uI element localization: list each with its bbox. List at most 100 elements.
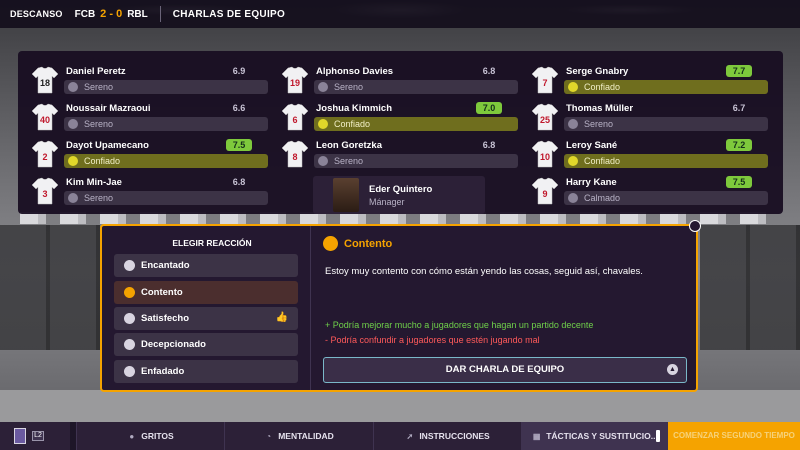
page-title: CHARLAS DE EQUIPO	[172, 8, 286, 20]
player-card[interactable]: 8 Leon Goretzka 6.8 Sereno	[268, 136, 518, 170]
dialog-divider	[310, 226, 311, 390]
player-mood: Sereno	[64, 80, 268, 94]
happy-face-icon	[124, 287, 135, 298]
player-card[interactable]: 25 Thomas Müller 6.7 Sereno	[518, 99, 768, 133]
player-rating: 6.8	[232, 177, 246, 187]
tab-mentalidad[interactable]: ◔ MENTALIDAD	[224, 422, 373, 450]
mood-face-icon	[318, 156, 328, 166]
top-bar: DESCANSO FCB 2 - 0 RBL CHARLAS DE EQUIPO	[0, 0, 800, 28]
player-name: Harry Kane	[566, 177, 617, 188]
start-second-half-button[interactable]: COMENZAR SEGUNDO TIEMPO	[668, 422, 800, 450]
reaction-decepcionado[interactable]: Decepcionado	[114, 333, 298, 356]
manager-photo	[333, 178, 359, 212]
controller-button-icon: ▲	[667, 364, 678, 375]
player-name: Serge Gnabry	[566, 66, 629, 77]
player-card[interactable]: 2 Dayot Upamecano 7.5 Confiado	[18, 136, 268, 170]
reaction-contento[interactable]: Contento	[114, 281, 298, 304]
player-card[interactable]: 10 Leroy Sané 7.2 Confiado	[518, 136, 768, 170]
away-team: RBL	[127, 8, 148, 20]
speech-bubble-icon: ●	[129, 432, 135, 441]
angry-face-icon	[124, 366, 135, 377]
positive-effect: + Podría mejorar mucho a jugadores que h…	[325, 320, 594, 330]
player-name: Thomas Müller	[566, 103, 634, 114]
player-card[interactable]: 9 Harry Kane 7.5 Calmado	[518, 173, 768, 207]
player-mood: Sereno	[314, 154, 518, 168]
selected-reaction-title: Contento	[344, 238, 393, 250]
mood-face-icon	[568, 193, 578, 203]
match-period: DESCANSO	[10, 9, 63, 19]
tab-label: MENTALIDAD	[278, 431, 334, 441]
mood-label: Sereno	[84, 193, 114, 203]
player-card[interactable]: 19 Alphonso Davies 6.8 Sereno	[268, 62, 518, 96]
reaction-label: Contento	[141, 287, 183, 298]
player-mood: Confiado	[314, 117, 518, 131]
mood-face-icon	[68, 193, 78, 203]
mood-face-icon	[568, 119, 578, 129]
mood-label: Sereno	[84, 119, 114, 129]
player-name: Noussair Mazraoui	[66, 103, 151, 114]
mentality-icon: ◔	[266, 432, 272, 441]
shirt-icon: 25	[531, 103, 559, 131]
home-team: FCB	[74, 8, 96, 20]
shirt-icon: 40	[31, 103, 59, 131]
mood-label: Confiado	[584, 82, 621, 92]
shirt-number: 19	[290, 78, 300, 88]
manager-card[interactable]: Eder Quintero Mánager	[313, 176, 485, 214]
manager-name: Eder Quintero	[369, 184, 433, 195]
mood-label: Sereno	[584, 119, 614, 129]
reaction-enfadado[interactable]: Enfadado	[114, 360, 298, 383]
player-mood: Confiado	[564, 154, 768, 168]
player-rating: 6.8	[482, 66, 496, 76]
team-talk-dialog: ELEGIR REACCIÓN Encantado Contento Satis…	[100, 224, 698, 392]
tab-label: GRITOS	[141, 431, 174, 441]
mood-label: Confiado	[84, 156, 121, 166]
reaction-satisfecho[interactable]: Satisfecho 👍	[114, 307, 298, 330]
shirt-number: 7	[542, 78, 547, 88]
players-panel: 18 Daniel Peretz 6.9 Sereno 40 Noussair …	[18, 51, 783, 214]
player-rating: 7.2	[726, 139, 752, 151]
reaction-encantado[interactable]: Encantado	[114, 254, 298, 277]
tab-tacticas[interactable]: ▦ TÁCTICAS Y SUSTITUCIO...	[521, 422, 668, 450]
give-team-talk-button[interactable]: DAR CHARLA DE EQUIPO ▲	[323, 357, 687, 383]
player-card[interactable]: 6 Joshua Kimmich 7.0 Confiado	[268, 99, 518, 133]
player-name: Leon Goretzka	[316, 140, 382, 151]
mood-face-icon	[68, 119, 78, 129]
reaction-label: Satisfecho	[141, 313, 190, 324]
player-card[interactable]: 7 Serge Gnabry 7.7 Confiado	[518, 62, 768, 96]
player-name: Joshua Kimmich	[316, 103, 393, 114]
mood-label: Sereno	[334, 156, 364, 166]
shirt-icon: 6	[281, 103, 309, 131]
player-rating: 6.8	[482, 140, 496, 150]
shirt-icon: 7	[531, 66, 559, 94]
player-card[interactable]: 3 Kim Min-Jae 6.8 Sereno	[18, 173, 268, 207]
player-card[interactable]: 18 Daniel Peretz 6.9 Sereno	[18, 62, 268, 96]
shirt-icon: 9	[531, 177, 559, 205]
mood-label: Confiado	[334, 119, 371, 129]
mood-face-icon	[68, 82, 78, 92]
mood-face-icon	[318, 119, 328, 129]
mood-label: Confiado	[584, 156, 621, 166]
topbar-divider	[159, 6, 161, 22]
instructions-icon: ➚	[406, 432, 414, 441]
shirt-number: 2	[42, 152, 47, 162]
notebook-button[interactable]: L2	[0, 422, 70, 450]
shirt-number: 6	[292, 115, 297, 125]
player-rating: 6.7	[732, 103, 746, 113]
player-name: Daniel Peretz	[66, 66, 126, 77]
shirt-number: 9	[542, 189, 547, 199]
player-rating: 6.9	[232, 66, 246, 76]
player-rating: 7.5	[726, 176, 752, 188]
player-mood: Sereno	[314, 80, 518, 94]
mood-face-icon	[68, 156, 78, 166]
shirt-icon: 8	[281, 140, 309, 168]
player-card[interactable]: 40 Noussair Mazraoui 6.6 Sereno	[18, 99, 268, 133]
tab-label: TÁCTICAS Y SUSTITUCIO...	[546, 431, 658, 441]
player-rating: 6.6	[232, 103, 246, 113]
player-mood: Confiado	[64, 154, 268, 168]
tab-gritos[interactable]: ● GRITOS	[76, 422, 224, 450]
tab-label: INSTRUCCIONES	[419, 431, 490, 441]
thumbs-up-icon: 👍	[275, 312, 288, 323]
manager-role: Mánager	[369, 197, 405, 207]
tab-instrucciones[interactable]: ➚ INSTRUCCIONES	[373, 422, 521, 450]
talk-speech: Estoy muy contento con cómo están yendo …	[325, 266, 643, 277]
